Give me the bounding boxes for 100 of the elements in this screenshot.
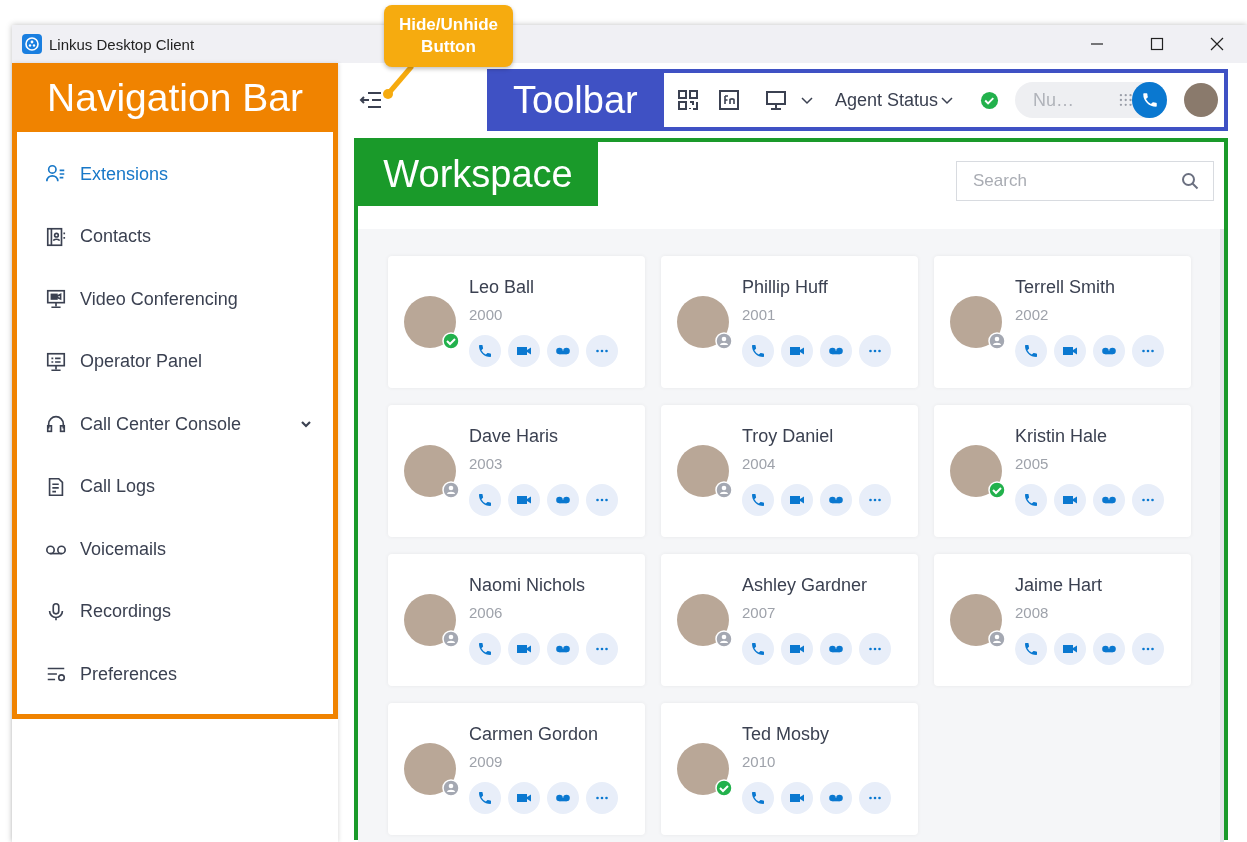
phone-icon	[477, 492, 493, 508]
call-button[interactable]	[742, 484, 774, 516]
qr-code-icon[interactable]	[676, 89, 699, 111]
voicemail-button[interactable]	[547, 335, 579, 367]
annotation-label: Workspace	[358, 142, 598, 206]
phone-icon	[477, 641, 493, 657]
avatar	[950, 296, 1002, 348]
voicemail-button[interactable]	[820, 335, 852, 367]
video-call-button[interactable]	[1054, 335, 1086, 367]
monitor-icon[interactable]	[764, 89, 787, 111]
contact-card[interactable]: Dave Haris 2003	[388, 405, 645, 537]
call-button[interactable]	[1015, 484, 1047, 516]
video-call-button[interactable]	[781, 484, 813, 516]
dialpad-icon[interactable]	[1119, 93, 1133, 107]
avatar	[404, 594, 456, 646]
video-call-button[interactable]	[1054, 484, 1086, 516]
dial-number-input[interactable]: Nu…	[1031, 88, 1095, 112]
call-button[interactable]	[469, 782, 501, 814]
contact-name: Dave Haris	[469, 426, 560, 447]
call-button[interactable]	[469, 484, 501, 516]
contact-card[interactable]: Kristin Hale 2005	[934, 405, 1191, 537]
phone-icon	[750, 492, 766, 508]
extension-number: 2000	[469, 306, 504, 323]
video-call-button[interactable]	[781, 633, 813, 665]
phone-icon	[750, 343, 766, 359]
nav-item[interactable]: Call Logs	[17, 455, 333, 518]
voicemail-button[interactable]	[820, 782, 852, 814]
contact-card[interactable]: Ted Mosby 2010	[661, 703, 918, 835]
call-button[interactable]	[742, 335, 774, 367]
voicemail-button[interactable]	[547, 484, 579, 516]
contact-name: Leo Ball	[469, 277, 536, 298]
nav-item[interactable]: Operator Panel	[17, 330, 333, 393]
extension-number: 2002	[1015, 306, 1050, 323]
call-button[interactable]	[742, 782, 774, 814]
phone-icon	[1023, 641, 1039, 657]
contact-name: Ted Mosby	[742, 724, 831, 745]
phone-icon	[1023, 343, 1039, 359]
avatar	[677, 445, 729, 497]
voicemail-button[interactable]	[820, 484, 852, 516]
contact-card[interactable]: Jaime Hart 2008	[934, 554, 1191, 686]
contact-name: Jaime Hart	[1015, 575, 1104, 596]
nav-item[interactable]: Call Center Console	[17, 393, 333, 456]
extension-number: 2006	[469, 604, 504, 621]
contact-card[interactable]: Phillip Huff 2001	[661, 256, 918, 388]
video-call-button[interactable]	[508, 782, 540, 814]
call-button[interactable]	[1015, 335, 1047, 367]
contact-card[interactable]: Troy Daniel 2004	[661, 405, 918, 537]
contact-card[interactable]: Ashley Gardner 2007	[661, 554, 918, 686]
video-call-button[interactable]	[508, 484, 540, 516]
extension-number: 2009	[469, 753, 504, 770]
contact-card[interactable]: Leo Ball 2000	[388, 256, 645, 388]
voicemail-button[interactable]	[547, 633, 579, 665]
voicemail-button[interactable]	[547, 782, 579, 814]
voicemail-button[interactable]	[1093, 633, 1125, 665]
nav-item[interactable]: Voicemails	[17, 518, 333, 581]
call-button[interactable]	[742, 633, 774, 665]
extension-number: 2008	[1015, 604, 1050, 621]
avatar	[677, 594, 729, 646]
user-avatar[interactable]	[1184, 83, 1218, 117]
nav-item[interactable]: Preferences	[17, 643, 333, 706]
nav-item-icon	[45, 288, 67, 311]
app-logo-icon	[22, 34, 42, 54]
avatar	[404, 296, 456, 348]
avatar	[677, 296, 729, 348]
contact-name: Carmen Gordon	[469, 724, 600, 745]
avatar	[950, 594, 1002, 646]
avatar	[404, 743, 456, 795]
video-call-button[interactable]	[781, 335, 813, 367]
contact-name: Troy Daniel	[742, 426, 835, 447]
video-call-button[interactable]	[508, 335, 540, 367]
annotation-label: Navigation Bar	[46, 74, 304, 121]
nav-item[interactable]: Recordings	[17, 580, 333, 643]
voicemail-button[interactable]	[1093, 484, 1125, 516]
video-call-button[interactable]	[781, 782, 813, 814]
avatar	[677, 743, 729, 795]
video-call-button[interactable]	[508, 633, 540, 665]
contact-card[interactable]: Carmen Gordon 2009	[388, 703, 645, 835]
video-call-button[interactable]	[1054, 633, 1086, 665]
collapse-menu-button[interactable]	[359, 89, 383, 111]
nav-item[interactable]: Video Conferencing	[17, 268, 333, 331]
voicemail-button[interactable]	[1093, 335, 1125, 367]
contact-name: Naomi Nichols	[469, 575, 587, 596]
contact-card[interactable]: Naomi Nichols 2006	[388, 554, 645, 686]
call-button[interactable]	[469, 633, 501, 665]
voicemail-button[interactable]	[820, 633, 852, 665]
dial-number-field[interactable]: Nu…	[1015, 82, 1167, 118]
avatar	[404, 445, 456, 497]
call-button[interactable]	[469, 335, 501, 367]
agent-status-dropdown[interactable]: Agent Status	[834, 89, 954, 111]
search-field[interactable]: Search	[956, 161, 1214, 201]
extension-number: 2001	[742, 306, 777, 323]
call-button[interactable]	[1132, 82, 1167, 118]
function-key-icon[interactable]	[717, 89, 740, 111]
nav-item[interactable]: Contacts	[17, 205, 333, 268]
callout-label: Hide/Unhide Button	[384, 5, 513, 67]
extension-number: 2010	[742, 753, 777, 770]
call-button[interactable]	[1015, 633, 1047, 665]
search-icon[interactable]	[1181, 172, 1199, 190]
contact-card[interactable]: Terrell Smith 2002	[934, 256, 1191, 388]
nav-item[interactable]: Extensions	[17, 143, 333, 206]
